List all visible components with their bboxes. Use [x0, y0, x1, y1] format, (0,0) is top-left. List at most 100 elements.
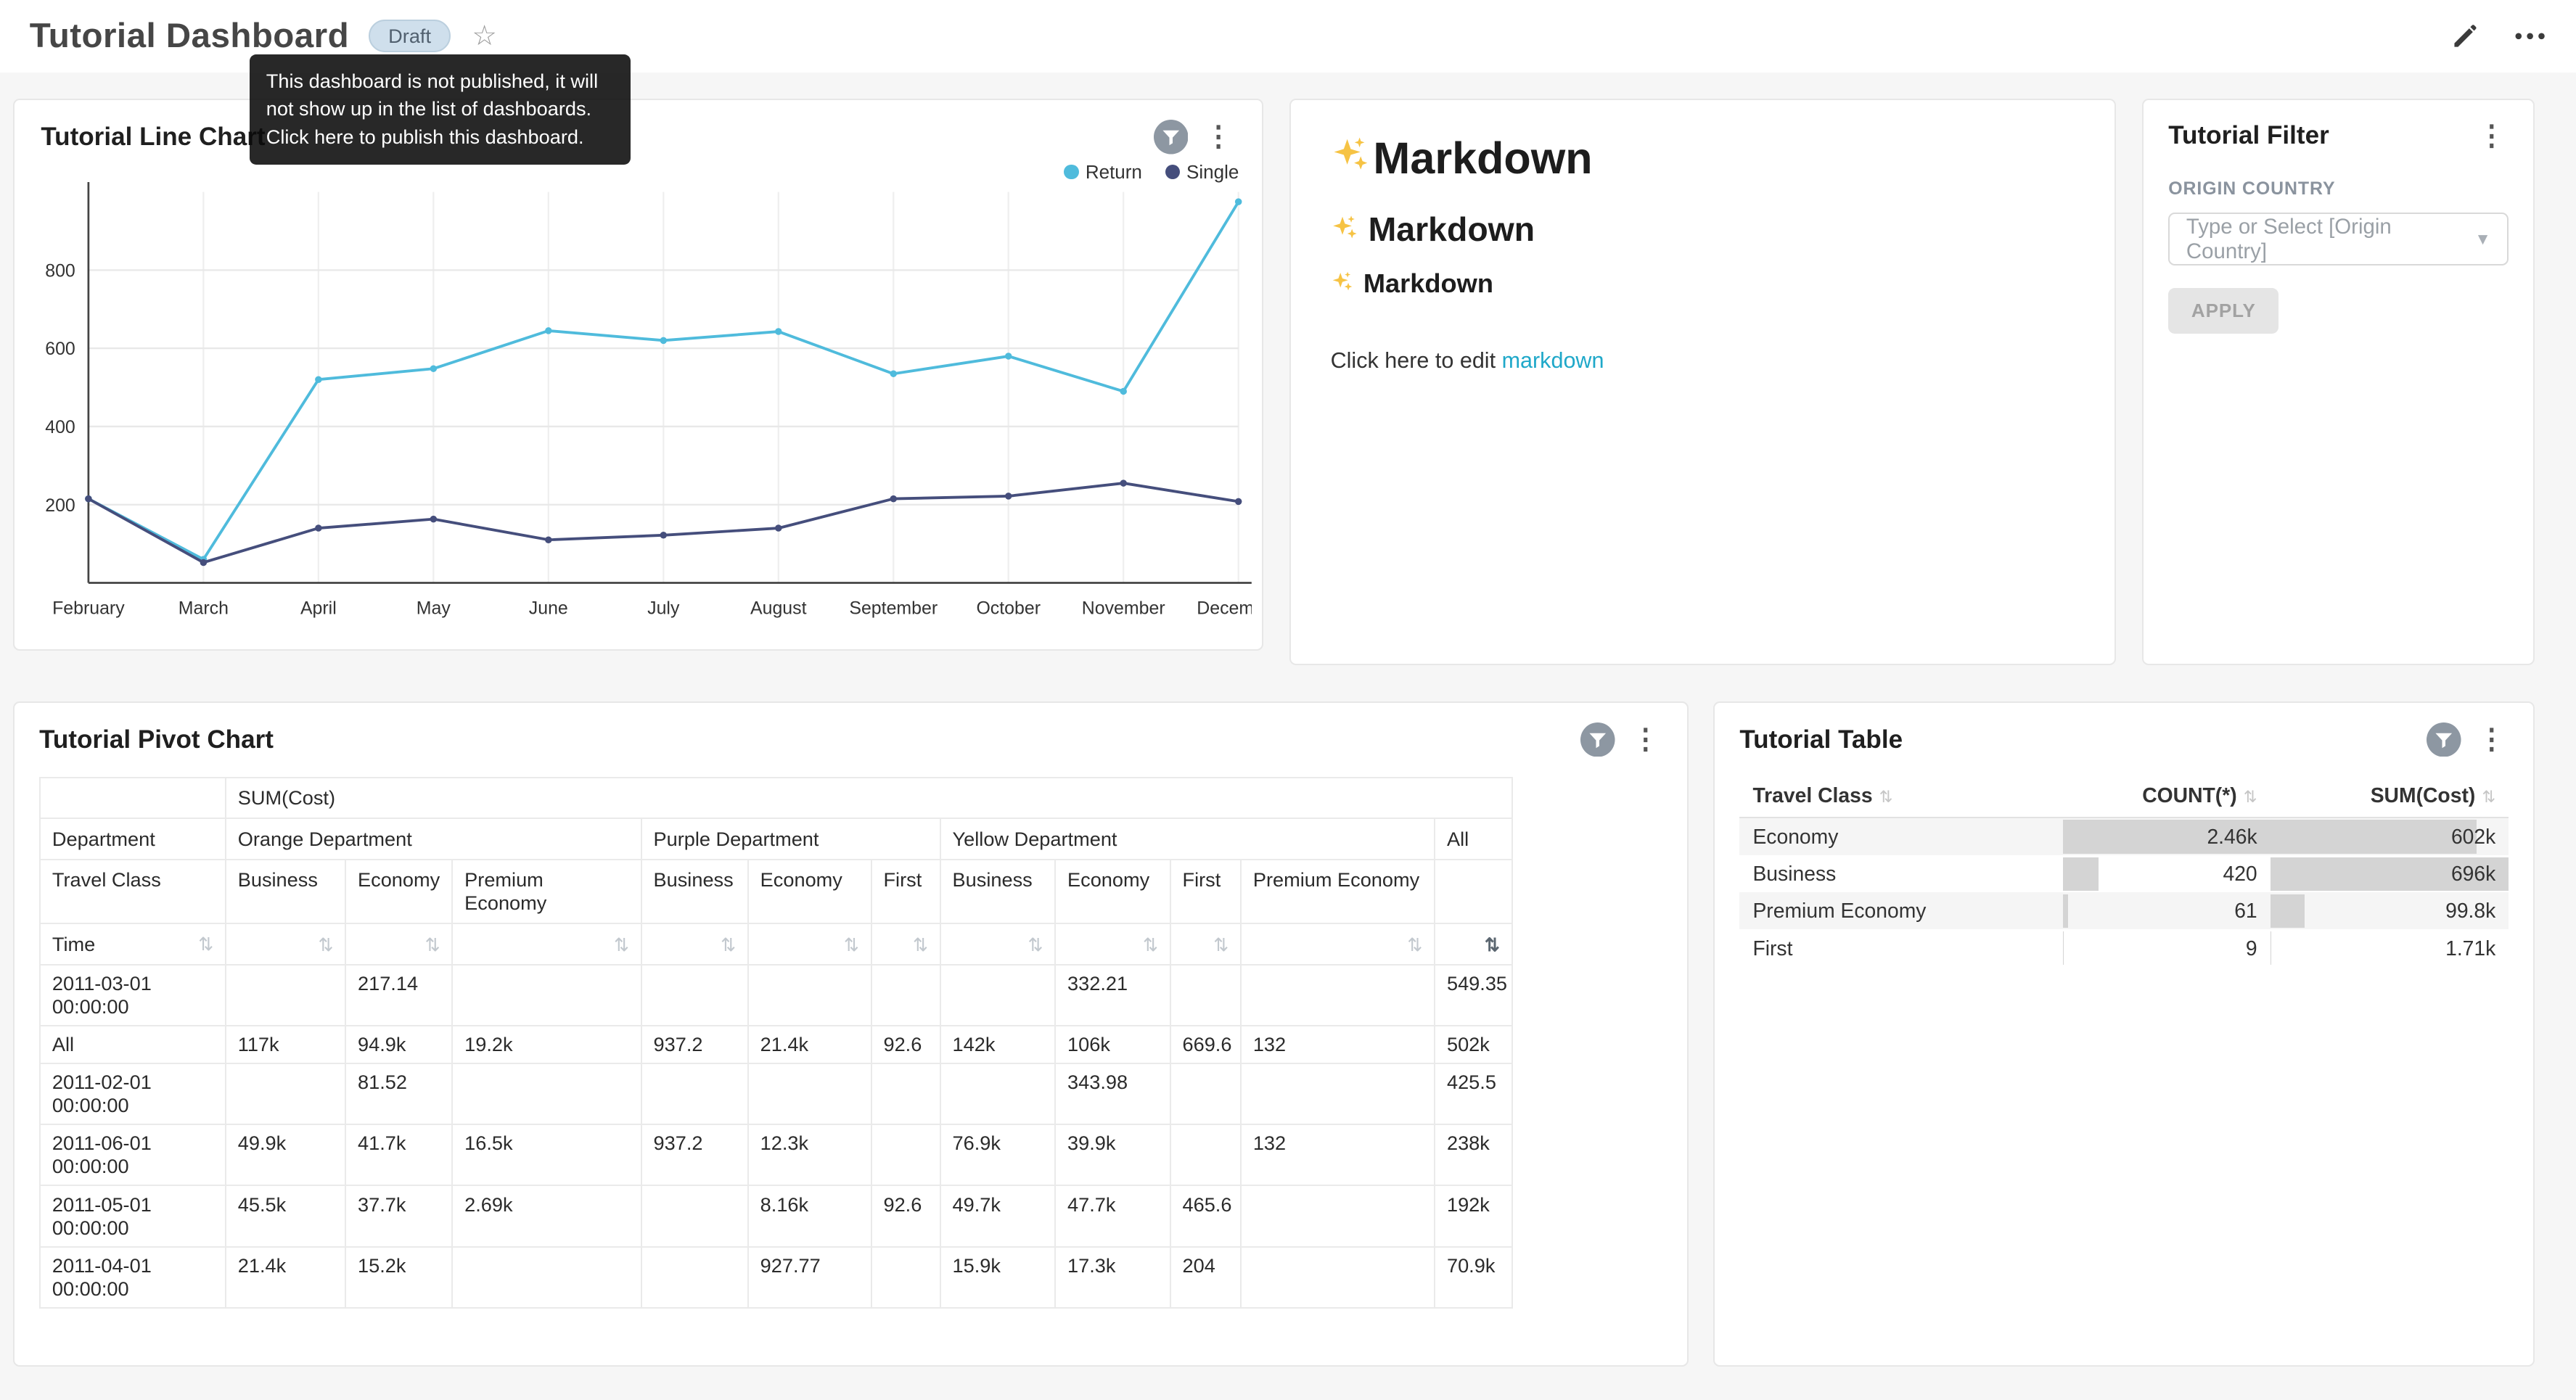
- kebab-menu-icon[interactable]: ⋮: [2474, 723, 2509, 756]
- pivot-sort-cell[interactable]: ⇅: [345, 923, 452, 965]
- svg-text:August: August: [750, 598, 807, 618]
- markdown-edit-link[interactable]: markdown: [1502, 348, 1604, 373]
- sort-icon[interactable]: ⇅: [425, 935, 440, 955]
- apply-button[interactable]: APPLY: [2168, 288, 2278, 334]
- table-column-header[interactable]: Travel Class⇅: [1739, 773, 2062, 818]
- pivot-cell: 204: [1170, 1247, 1241, 1308]
- sort-icon[interactable]: ⇅: [614, 935, 629, 955]
- sort-icon[interactable]: ⇅: [913, 935, 928, 955]
- sort-icon[interactable]: ⇅: [1143, 935, 1158, 955]
- sort-icon[interactable]: ⇅: [1027, 935, 1043, 955]
- filter-indicator-icon[interactable]: [1580, 722, 1615, 757]
- pivot-row-label: 2011-04-01 00:00:00: [40, 1247, 226, 1308]
- table-row[interactable]: Premium Economy6199.8k: [1739, 892, 2509, 929]
- origin-country-select[interactable]: Type or Select [Origin Country] ▼: [2168, 213, 2509, 265]
- pivot-cell: [641, 1247, 748, 1308]
- pivot-column-header: First: [1170, 860, 1241, 924]
- sort-icon[interactable]: ⇅: [318, 935, 333, 955]
- dashboard-title-group: Tutorial Dashboard Draft ☆: [30, 16, 497, 56]
- pivot-column-header: Economy: [1055, 860, 1170, 924]
- table-row[interactable]: Economy2.46k602k: [1739, 818, 2509, 855]
- pivot-column-header: First: [871, 860, 940, 924]
- pivot-chart-card: Tutorial Pivot Chart ⋮ SUM(Cost)Departme…: [13, 701, 1689, 1367]
- sort-icon[interactable]: ⇅: [2482, 788, 2495, 806]
- pivot-sort-cell[interactable]: ⇅: [871, 923, 940, 965]
- legend-dot: [1165, 165, 1180, 179]
- table-cell-sum: 99.8k: [2271, 892, 2509, 929]
- pivot-sort-cell[interactable]: ⇅: [452, 923, 641, 965]
- pivot-sort-cell[interactable]: ⇅: [1170, 923, 1241, 965]
- header-actions: [2450, 20, 2547, 52]
- cell-bar: [2271, 820, 2477, 854]
- pivot-cell: [871, 1063, 940, 1124]
- legend-item-return[interactable]: Return: [1064, 161, 1142, 184]
- sort-icon[interactable]: ⇅: [2244, 788, 2257, 806]
- markdown-h3: Markdown: [1331, 268, 2075, 299]
- pivot-cell: [940, 965, 1055, 1026]
- sort-icon[interactable]: ⇅: [1485, 935, 1500, 955]
- table-cell-sum: 1.71k: [2271, 929, 2509, 966]
- pivot-cell: 332.21: [1055, 965, 1170, 1026]
- pivot-cell: 927.77: [748, 1247, 871, 1308]
- pivot-sort-cell[interactable]: ⇅: [1055, 923, 1170, 965]
- legend-dot: [1064, 165, 1078, 179]
- pivot-cell: 549.35: [1435, 965, 1511, 1026]
- pivot-row-label: 2011-03-01 00:00:00: [40, 965, 226, 1026]
- pivot-column-header: Economy: [345, 860, 452, 924]
- draft-badge[interactable]: Draft: [369, 20, 451, 52]
- kebab-menu-icon[interactable]: ⋮: [1201, 120, 1236, 153]
- pivot-cell: [1170, 965, 1241, 1026]
- table-row[interactable]: First91.71k: [1739, 929, 2509, 966]
- svg-text:May: May: [417, 598, 451, 618]
- pivot-cell: 76.9k: [940, 1124, 1055, 1185]
- legend-item-single[interactable]: Single: [1165, 161, 1239, 184]
- table-cell-sum: 602k: [2271, 818, 2509, 855]
- pivot-cell: 92.6: [871, 1185, 940, 1246]
- pivot-cell: [452, 965, 641, 1026]
- sort-icon[interactable]: ⇅: [1213, 935, 1228, 955]
- pivot-sort-cell[interactable]: ⇅: [748, 923, 871, 965]
- table-row[interactable]: Business420696k: [1739, 855, 2509, 892]
- pivot-row-label: 2011-02-01 00:00:00: [40, 1063, 226, 1124]
- pivot-cell: [748, 1063, 871, 1124]
- table-cell-count: 61: [2063, 892, 2271, 929]
- sort-icon[interactable]: ⇅: [198, 934, 213, 955]
- pivot-cell: 8.16k: [748, 1185, 871, 1246]
- pivot-sort-cell[interactable]: ⇅: [226, 923, 345, 965]
- select-placeholder: Type or Select [Origin Country]: [2186, 215, 2475, 264]
- pivot-row: All117k94.9k19.2k937.221.4k92.6142k106k6…: [40, 1026, 1512, 1063]
- filter-indicator-icon[interactable]: [2427, 722, 2461, 757]
- pivot-cell: [226, 1063, 345, 1124]
- pivot-sort-cell[interactable]: ⇅: [940, 923, 1055, 965]
- pivot-subdimension-header: Travel Class: [40, 860, 226, 924]
- table-column-header[interactable]: SUM(Cost)⇅: [2271, 773, 2509, 818]
- pivot-row: 2011-03-01 00:00:00217.14332.21549.35: [40, 965, 1512, 1026]
- kebab-menu-icon[interactable]: ⋮: [2474, 120, 2509, 152]
- pivot-time-header[interactable]: Time⇅: [40, 923, 226, 965]
- svg-text:400: 400: [45, 417, 75, 437]
- pivot-row-label: 2011-06-01 00:00:00: [40, 1124, 226, 1185]
- pivot-cell: [452, 1063, 641, 1124]
- pivot-cell: 142k: [940, 1026, 1055, 1063]
- table-column-header[interactable]: COUNT(*)⇅: [2063, 773, 2271, 818]
- markdown-h2: Markdown: [1331, 210, 2075, 249]
- favorite-star-icon[interactable]: ☆: [472, 20, 497, 52]
- kebab-menu-icon[interactable]: ⋮: [1628, 723, 1663, 756]
- pivot-cell: 502k: [1435, 1026, 1511, 1063]
- more-menu-icon[interactable]: [2514, 31, 2546, 41]
- sort-icon[interactable]: ⇅: [1879, 788, 1893, 806]
- pivot-sort-cell[interactable]: ⇅: [1435, 923, 1511, 965]
- pivot-corner-cell: [40, 778, 226, 819]
- sort-icon[interactable]: ⇅: [1407, 935, 1422, 955]
- sort-icon[interactable]: ⇅: [844, 935, 859, 955]
- pivot-sort-cell[interactable]: ⇅: [1241, 923, 1435, 965]
- edit-pencil-icon[interactable]: [2450, 20, 2481, 52]
- pivot-cell: 17.3k: [1055, 1247, 1170, 1308]
- sort-icon[interactable]: ⇅: [721, 935, 736, 955]
- pivot-sort-cell[interactable]: ⇅: [641, 923, 748, 965]
- filter-indicator-icon[interactable]: [1154, 120, 1189, 155]
- line-chart-svg: 200400600800FebruaryMarchAprilMayJuneJul…: [15, 176, 1252, 651]
- pivot-cell: 425.5: [1435, 1063, 1511, 1124]
- svg-text:July: July: [647, 598, 680, 618]
- pivot-cell: 669.6: [1170, 1026, 1241, 1063]
